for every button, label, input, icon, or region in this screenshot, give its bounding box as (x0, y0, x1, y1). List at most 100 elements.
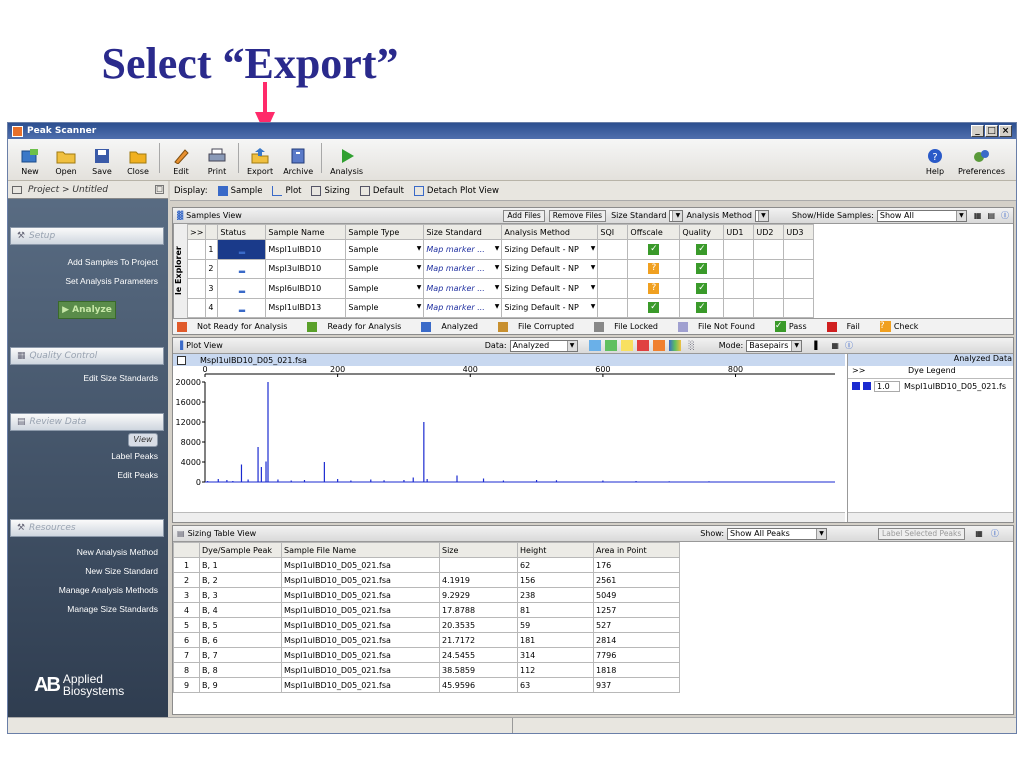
row-select[interactable] (186, 239, 207, 260)
ud3-cell[interactable] (783, 258, 815, 279)
close-window-button[interactable]: × (999, 125, 1012, 137)
manage-analysis-methods-link[interactable]: Manage Analysis Methods (10, 581, 164, 600)
sample-name-cell[interactable]: MspI1uIBD10 (265, 239, 347, 260)
analysis-method-header[interactable]: Analysis Method (501, 224, 599, 240)
size-standard-cell[interactable]: Map marker ... ▼ (423, 239, 503, 260)
chevron-down-icon[interactable]: ▼ (495, 264, 500, 271)
edit-peaks-link[interactable]: Edit Peaks (10, 466, 164, 485)
close-button[interactable]: Close (125, 147, 151, 176)
sample-name-cell[interactable]: MspI6uIBD10 (265, 278, 347, 299)
chevron-down-icon[interactable]: ▼ (495, 284, 500, 291)
chevron-down-icon[interactable]: ▼ (591, 264, 596, 271)
plot-select-checkbox[interactable] (177, 355, 186, 365)
size-standard-cell[interactable]: Map marker ... ▼ (423, 258, 503, 279)
ud2-header[interactable]: UD2 (753, 224, 785, 240)
sample-type-cell[interactable]: Sample ▼ (345, 278, 425, 299)
sample-name-header[interactable]: Sample Name (265, 224, 347, 240)
manage-size-standards-link[interactable]: Manage Size Standards (10, 600, 164, 619)
chevron-down-icon[interactable]: ▼ (417, 245, 422, 252)
sample-row[interactable]: 3 ▂ MspI6uIBD10 Sample ▼ Map marker ... ▼ Sizin… (186, 278, 815, 299)
chevron-down-icon[interactable]: ▼ (495, 303, 500, 310)
quality-head[interactable]: ▦ Quality Control (10, 347, 164, 365)
display-sizing-button[interactable]: Sizing (311, 185, 350, 196)
orange-dye-button[interactable] (652, 340, 665, 351)
label-selected-peaks-button[interactable]: Label Selected Peaks (878, 527, 966, 540)
plot-settings-icon[interactable]: ░ (689, 341, 695, 350)
sqi-header[interactable]: SQI (597, 224, 629, 240)
ud1-cell[interactable] (723, 278, 755, 299)
analysis-method-cell[interactable]: Sizing Default - NP ▼ (501, 239, 599, 260)
chevron-down-icon[interactable]: ▼ (495, 245, 500, 252)
sizing-help-icon[interactable]: Ⓘ (991, 528, 999, 539)
analysis-button[interactable]: Analysis (330, 147, 363, 176)
height-header[interactable]: Height (517, 542, 594, 558)
dye-legend-expand[interactable]: >> (848, 366, 908, 378)
chevron-down-icon[interactable]: ▼ (591, 284, 596, 291)
quality-header[interactable]: Quality (679, 224, 725, 240)
sample-row[interactable]: 2 ▂ MspI3uIBD10 Sample ▼ Map marker ... ▼ Sizin… (186, 258, 815, 279)
table-toggle-icon[interactable]: ▦ (831, 341, 839, 350)
sample-type-cell[interactable]: Sample ▼ (345, 258, 425, 279)
display-sample-button[interactable]: Sample (217, 185, 262, 196)
samples-grid-icon[interactable]: ▦ (974, 211, 982, 220)
explorer-tab[interactable]: le Explorer (173, 224, 187, 318)
label-peaks-link[interactable]: Label Peaks (10, 447, 164, 466)
dye-sample-peak-header[interactable]: Dye/Sample Peak (199, 542, 282, 558)
maximize-button[interactable]: □ (985, 125, 998, 137)
chevron-down-icon[interactable]: ▼ (417, 284, 422, 291)
export-button[interactable]: Export (247, 147, 273, 176)
display-plot-button[interactable]: Plot (272, 185, 301, 196)
sizing-row[interactable]: 1 B, 1 MspI1uIBD10_D05_021.fsa 62 176 (173, 557, 680, 573)
chevron-down-icon[interactable]: ▼ (591, 245, 596, 252)
samples-table-icon[interactable]: ▤ (987, 211, 995, 220)
analyze-button[interactable]: ▶ Analyze (58, 301, 116, 319)
analysis-method-dropdown[interactable]: ▼ (754, 209, 769, 222)
archive-button[interactable]: Archive (283, 147, 313, 176)
size-header[interactable]: Size (439, 542, 518, 558)
size-standard-cell[interactable]: Map marker ... ▼ (423, 297, 503, 318)
edit-size-standards-link[interactable]: Edit Size Standards (10, 369, 164, 388)
detach-plot-view-button[interactable]: Detach Plot View (413, 185, 499, 196)
ud3-cell[interactable] (783, 278, 815, 299)
plot-hscroll[interactable] (173, 512, 845, 522)
collapse-icon[interactable]: □ (155, 185, 164, 194)
sizing-row[interactable]: 2 B, 2 MspI1uIBD10_D05_021.fsa 4.1919 156 256… (173, 572, 680, 588)
ud3-header[interactable]: UD3 (783, 224, 815, 240)
display-default-button[interactable]: Default (359, 185, 404, 196)
save-button[interactable]: Save (89, 147, 115, 176)
size-standard-header[interactable]: Size Standard (423, 224, 503, 240)
help-button[interactable]: ? Help (922, 147, 948, 176)
open-button[interactable]: Open (53, 147, 79, 176)
ud2-cell[interactable] (753, 258, 785, 279)
sample-type-cell[interactable]: Sample ▼ (345, 239, 425, 260)
size-standard-dropdown[interactable]: ▼ (669, 209, 684, 222)
sizing-row[interactable]: 9 B, 9 MspI1uIBD10_D05_021.fsa 45.9596 63 937 (173, 677, 680, 693)
sizing-row[interactable]: 5 B, 5 MspI1uIBD10_D05_021.fsa 20.3535 59 527 (173, 617, 680, 633)
sizing-row[interactable]: 7 B, 7 MspI1uIBD10_D05_021.fsa 24.5455 314 77… (173, 647, 680, 663)
dye-checkbox[interactable] (852, 382, 860, 390)
ud1-cell[interactable] (723, 258, 755, 279)
row-select[interactable] (186, 278, 207, 299)
zoom-icon[interactable]: ▐ (811, 341, 817, 350)
sizing-row[interactable]: 8 B, 8 MspI1uIBD10_D05_021.fsa 38.5859 112 18… (173, 662, 680, 678)
edit-button[interactable]: Edit (168, 147, 194, 176)
new-size-standard-link[interactable]: New Size Standard (10, 562, 164, 581)
view-button[interactable]: View (128, 433, 158, 447)
ud2-cell[interactable] (753, 297, 785, 318)
expand-header[interactable]: >> (186, 224, 207, 240)
chevron-down-icon[interactable]: ▼ (417, 303, 422, 310)
all-dyes-button[interactable] (668, 340, 681, 351)
add-files-button[interactable]: Add Files (503, 209, 545, 222)
plot-help-icon[interactable]: Ⓘ (845, 340, 853, 351)
red-dye-button[interactable] (636, 340, 649, 351)
yellow-dye-button[interactable] (620, 340, 633, 351)
samples-help-icon[interactable]: Ⓘ (1001, 210, 1009, 221)
blue-dye-button[interactable] (588, 340, 601, 351)
show-hide-dropdown[interactable]: Show All ▼ (876, 209, 967, 222)
ud1-cell[interactable] (723, 239, 755, 260)
ud1-header[interactable]: UD1 (723, 224, 755, 240)
print-button[interactable]: Print (204, 147, 230, 176)
sample-name-cell[interactable]: MspI3uIBD10 (265, 258, 347, 279)
mode-dropdown[interactable]: Basepairs ▼ (746, 339, 803, 352)
sample-name-cell[interactable]: MspI1uIBD13 (265, 297, 347, 318)
